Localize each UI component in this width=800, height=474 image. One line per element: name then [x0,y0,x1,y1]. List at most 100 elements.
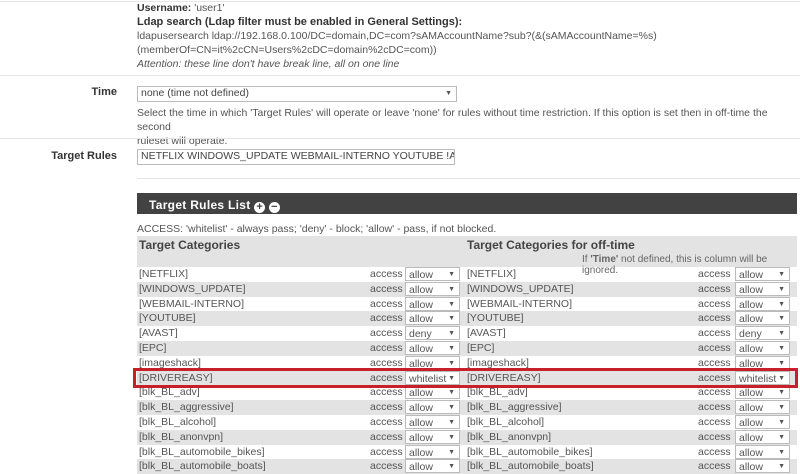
access-label: access [370,342,403,354]
offtime-access-select[interactable]: allow ▼ [735,281,790,296]
access-select[interactable]: allow ▼ [405,311,460,326]
attention-note: Attention: these line don't have break l… [137,58,400,70]
category-name: [blk_BL_automobile_bikes] [139,445,265,458]
offtime-access-select[interactable]: allow ▼ [735,311,790,326]
access-select[interactable]: allow ▼ [405,400,460,415]
access-label: access [698,312,731,325]
access-select[interactable]: allow ▼ [405,459,460,474]
offtime-access-select[interactable]: allow ▼ [735,267,790,281]
offtime-access-select[interactable]: allow ▼ [735,341,790,355]
offtime-category-name: [AVAST] [467,327,506,340]
chevron-down-icon: ▼ [448,285,455,293]
access-label: access [370,268,403,280]
category-name: [blk_BL_aggressive] [139,401,234,414]
table-row: [blk_BL_alcohol] access allow ▼ [blk_BL_a… [137,415,797,430]
offtime-access-value: allow [739,343,763,355]
access-label: access [698,445,731,458]
access-value: allow [409,417,433,429]
category-name: [EPC] [139,342,167,354]
access-select[interactable]: deny ▼ [405,326,460,341]
offtime-access-value: allow [739,298,763,311]
access-select[interactable]: allow ▼ [405,296,460,311]
category-name: [WEBMAIL-INTERNO] [139,297,245,310]
offtime-access-select[interactable]: allow ▼ [735,296,790,311]
highlight-box [133,368,798,388]
chevron-down-icon: ▼ [448,404,455,412]
target-rules-value: NETFLIX WINDOWS_UPDATE WEBMAIL-INTERNO Y… [141,150,455,162]
chevron-down-icon: ▼ [778,300,785,308]
access-value: allow [409,387,433,400]
category-name: [imageshack] [139,356,201,369]
access-label: access [370,401,403,414]
table-row: [blk_BL_automobile_bikes] access allow ▼ … [137,444,797,460]
offtime-access-select[interactable]: allow ▼ [735,444,790,459]
time-select[interactable]: none (time not defined) ▼ [137,86,457,102]
offtime-category-name: [blk_BL_adv] [467,386,528,399]
chevron-down-icon: ▼ [778,330,785,338]
access-select[interactable]: allow ▼ [405,444,460,459]
offtime-access-select[interactable]: allow ▼ [735,415,790,429]
access-select[interactable]: allow ▼ [405,281,460,296]
list-title: Target Rules List [149,198,251,212]
chevron-down-icon: ▼ [448,315,455,323]
chevron-down-icon: ▼ [778,433,785,441]
offtime-category-name: [blk_BL_automobile_boats] [467,460,594,473]
chevron-down-icon: ▼ [445,90,452,97]
chevron-down-icon: ▼ [448,300,455,308]
access-label: access [370,416,403,428]
access-label: access [698,282,731,295]
table-row: [blk_BL_automobile_boats] access allow ▼ … [137,459,797,474]
offtime-access-value: allow [739,283,763,296]
table-row: [AVAST] access deny ▼ [AVAST] access deny… [137,326,797,341]
offtime-category-name: [blk_BL_aggressive] [467,401,562,414]
access-select[interactable]: allow ▼ [405,429,460,444]
chevron-down-icon: ▼ [448,433,455,441]
access-select[interactable]: allow ▼ [405,341,460,355]
target-rules-input[interactable]: NETFLIX WINDOWS_UPDATE WEBMAIL-INTERNO Y… [137,149,455,165]
chevron-down-icon: ▼ [448,419,455,426]
access-value: allow [409,313,433,326]
access-value: allow [409,283,433,296]
time-help: Select the time in which 'Target Rules' … [137,106,797,148]
access-value: allow [409,269,433,281]
access-select[interactable]: allow ▼ [405,415,460,429]
offtime-category-name: [imageshack] [467,356,529,369]
remove-icon[interactable]: − [268,202,280,213]
access-label: access [698,416,731,428]
access-label: access [698,460,731,473]
chevron-down-icon: ▼ [778,271,785,278]
offtime-access-select[interactable]: allow ▼ [735,459,790,474]
chevron-down-icon: ▼ [448,345,455,352]
access-value: allow [409,446,433,459]
chevron-down-icon: ▼ [778,285,785,293]
table-row: [NETFLIX] access allow ▼ [NETFLIX] access… [137,267,797,282]
access-label: access [370,386,403,399]
category-name: [WINDOWS_UPDATE] [139,282,246,295]
table-row: [WINDOWS_UPDATE] access allow ▼ [WINDOWS_… [137,281,797,297]
category-name: [blk_BL_anonvpn] [139,430,224,443]
offtime-access-select[interactable]: allow ▼ [735,400,790,415]
chevron-down-icon: ▼ [448,271,455,278]
table-row: [EPC] access allow ▼ [EPC] access allow ▼ [137,341,797,356]
access-label: access [370,327,403,340]
offtime-category-name: [NETFLIX] [467,268,517,280]
columns-header: Target Categories Target Categories for … [137,236,797,276]
offtime-access-value: allow [739,269,763,281]
access-value: allow [409,431,433,444]
access-label: access [698,430,731,443]
access-label: access [370,282,403,295]
add-icon[interactable]: + [254,202,266,213]
offtime-access-select[interactable]: deny ▼ [735,326,790,341]
target-rules-list-header: Target Rules List + − [137,193,797,214]
col-target-categories: Target Categories [139,238,241,252]
category-name: [NETFLIX] [139,268,189,280]
time-select-value: none (time not defined) [141,87,249,99]
offtime-access-value: allow [739,417,763,429]
offtime-access-select[interactable]: allow ▼ [735,429,790,444]
category-name: [AVAST] [139,327,178,340]
table-row: [WEBMAIL-INTERNO] access allow ▼ [WEBMAIL… [137,296,797,312]
category-name: [blk_BL_automobile_boats] [139,460,266,473]
access-select[interactable]: allow ▼ [405,267,460,281]
chevron-down-icon: ▼ [448,389,455,397]
access-label: access [370,445,403,458]
